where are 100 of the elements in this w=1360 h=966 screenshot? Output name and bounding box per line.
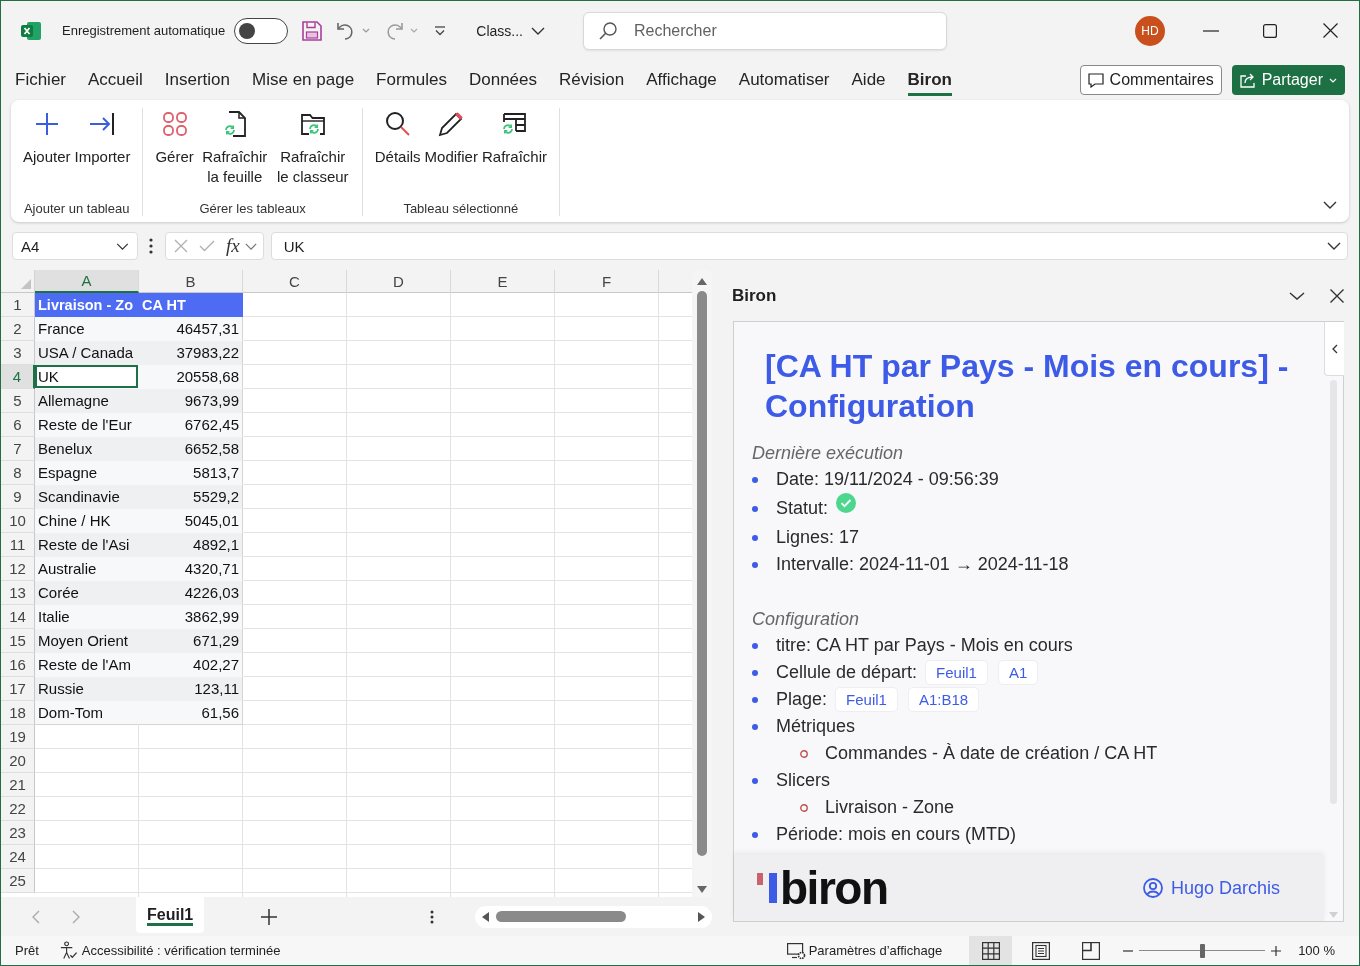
- table-cell[interactable]: Reste de l'Eur: [35, 413, 139, 437]
- table-cell[interactable]: 6762,45: [139, 413, 243, 437]
- row-header[interactable]: 24: [1, 845, 35, 869]
- row-header[interactable]: 6: [1, 413, 35, 437]
- range-reference[interactable]: Feuil1: [835, 687, 898, 712]
- more-icon[interactable]: [149, 238, 153, 254]
- plus-icon[interactable]: [1271, 945, 1282, 956]
- minimize-icon[interactable]: [1203, 29, 1219, 32]
- table-cell[interactable]: 37983,22: [139, 341, 243, 365]
- chevron-down-icon[interactable]: [1289, 291, 1305, 300]
- row-header[interactable]: 10: [1, 509, 35, 533]
- range-reference[interactable]: A1:B18: [907, 687, 980, 712]
- ribbon-tab[interactable]: Aide: [851, 64, 886, 96]
- search-field[interactable]: Rechercher: [583, 11, 947, 50]
- row-header[interactable]: 19: [1, 725, 35, 749]
- table-header-cell[interactable]: Livraison - Zo: [35, 293, 139, 317]
- range-reference[interactable]: Feuil1: [925, 660, 988, 685]
- table-cell[interactable]: 671,29: [139, 629, 243, 653]
- sheet-tab[interactable]: Feuil1: [136, 897, 205, 933]
- ribbon-tab[interactable]: Données: [468, 64, 538, 96]
- user-name[interactable]: Hugo Darchis: [1170, 877, 1280, 899]
- row-header[interactable]: 18: [1, 701, 35, 725]
- table-cell[interactable]: France: [35, 317, 139, 341]
- column-header[interactable]: A: [35, 270, 139, 293]
- row-header[interactable]: 23: [1, 821, 35, 845]
- ribbon-button[interactable]: Modifier: [422, 108, 480, 169]
- table-cell[interactable]: 123,11: [139, 677, 243, 701]
- table-cell[interactable]: Moyen Orient: [35, 629, 139, 653]
- chevron-down-icon[interactable]: [1327, 242, 1341, 250]
- share-button[interactable]: Partager: [1231, 65, 1345, 95]
- row-header[interactable]: 7: [1, 437, 35, 461]
- ribbon-tab[interactable]: Mise en page: [252, 64, 355, 96]
- ribbon-button[interactable]: Rafraîchir: [479, 108, 549, 169]
- ribbon-tab[interactable]: Affichage: [646, 64, 717, 96]
- table-cell[interactable]: 4226,03: [139, 581, 243, 605]
- check-icon[interactable]: [199, 240, 215, 252]
- row-header[interactable]: 14: [1, 605, 35, 629]
- table-cell[interactable]: UK: [35, 365, 139, 389]
- plus-icon[interactable]: [261, 908, 278, 925]
- row-header[interactable]: 8: [1, 461, 35, 485]
- row-header[interactable]: 17: [1, 677, 35, 701]
- table-cell[interactable]: 402,27: [139, 653, 243, 677]
- ribbon-button[interactable]: Ajouter: [21, 108, 73, 169]
- table-cell[interactable]: Dom-Tom: [35, 701, 139, 725]
- display-settings-link[interactable]: Paramètres d’affichage: [808, 943, 943, 958]
- row-header[interactable]: 1: [1, 293, 35, 317]
- table-cell[interactable]: 61,56: [139, 701, 243, 725]
- chevron-down-icon[interactable]: [1323, 201, 1337, 209]
- zoom-level[interactable]: 100 %: [1298, 943, 1335, 958]
- minus-icon[interactable]: [1123, 949, 1134, 952]
- row-header[interactable]: 13: [1, 581, 35, 605]
- range-reference[interactable]: A1: [997, 660, 1039, 685]
- ribbon-tab[interactable]: Automatiser: [738, 64, 830, 96]
- table-cell[interactable]: 3862,99: [139, 605, 243, 629]
- table-cell[interactable]: Reste de l'Am: [35, 653, 139, 677]
- table-cell[interactable]: 4320,71: [139, 557, 243, 581]
- row-header[interactable]: 11: [1, 533, 35, 557]
- view-button[interactable]: [969, 936, 1013, 965]
- ribbon-tab[interactable]: Insertion: [164, 64, 231, 96]
- ribbon-button[interactable]: Rafraîchir la feuille: [195, 108, 274, 189]
- row-header[interactable]: 21: [1, 773, 35, 797]
- table-cell[interactable]: USA / Canada: [35, 341, 139, 365]
- table-cell[interactable]: Espagne: [35, 461, 139, 485]
- table-cell[interactable]: 9673,99: [139, 389, 243, 413]
- table-cell[interactable]: Corée: [35, 581, 139, 605]
- document-title[interactable]: Class...: [476, 22, 545, 39]
- table-cell[interactable]: Italie: [35, 605, 139, 629]
- customize-toolbar-icon[interactable]: [434, 25, 447, 36]
- ribbon-button[interactable]: Détails: [372, 108, 423, 169]
- more-icon[interactable]: [430, 909, 435, 924]
- ribbon-tab[interactable]: Révision: [559, 64, 625, 96]
- ribbon-button[interactable]: Gérer: [153, 108, 196, 169]
- scrollbar-thumb[interactable]: [697, 291, 707, 856]
- save-icon[interactable]: [302, 20, 323, 41]
- account-avatar[interactable]: HD: [1135, 15, 1165, 46]
- row-header[interactable]: 2: [1, 317, 35, 341]
- close-icon[interactable]: [1330, 288, 1344, 303]
- table-cell[interactable]: Chine / HK: [35, 509, 139, 533]
- autosave-toggle[interactable]: [234, 17, 289, 44]
- display-settings-icon[interactable]: [786, 941, 806, 960]
- row-header[interactable]: 16: [1, 653, 35, 677]
- name-box[interactable]: A4: [12, 232, 138, 260]
- scrollbar-thumb[interactable]: [496, 911, 626, 922]
- accessibility-status[interactable]: Accessibilité : vérification terminée: [81, 943, 281, 958]
- scroll-down-icon[interactable]: [697, 886, 707, 893]
- scroll-up-icon[interactable]: [697, 278, 707, 285]
- accessibility-icon[interactable]: [58, 941, 78, 960]
- table-cell[interactable]: 20558,68: [139, 365, 243, 389]
- zoom-slider-thumb[interactable]: [1200, 943, 1206, 958]
- table-cell[interactable]: Russie: [35, 677, 139, 701]
- comments-button[interactable]: Commentaires: [1079, 65, 1222, 95]
- table-cell[interactable]: 46457,31: [139, 317, 243, 341]
- redo-icon[interactable]: [384, 21, 405, 40]
- row-header[interactable]: 12: [1, 557, 35, 581]
- table-cell[interactable]: 5045,01: [139, 509, 243, 533]
- row-header[interactable]: 4: [1, 365, 35, 389]
- row-header[interactable]: 22: [1, 797, 35, 821]
- maximize-icon[interactable]: [1263, 23, 1277, 38]
- table-cell[interactable]: Reste de l'Asi: [35, 533, 139, 557]
- ribbon-tab[interactable]: Fichier: [15, 64, 66, 96]
